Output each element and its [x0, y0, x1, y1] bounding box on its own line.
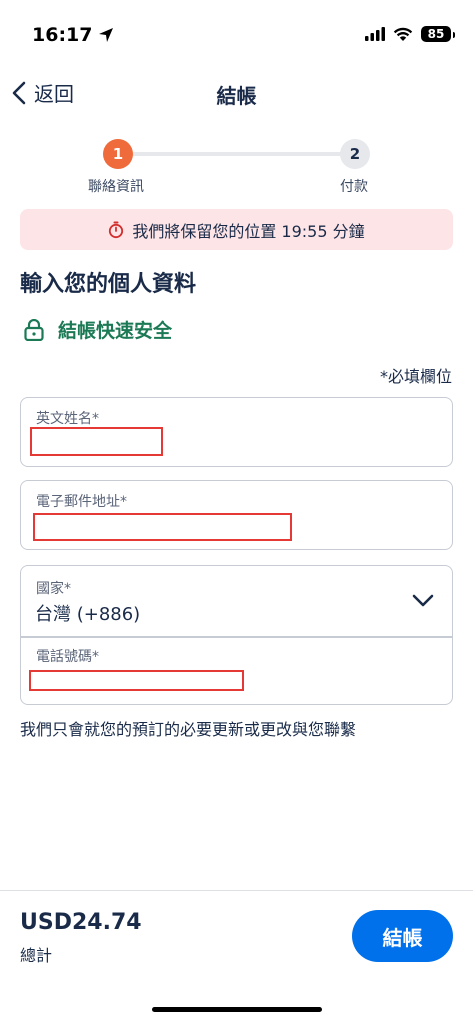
- country-value: 台灣 (+886): [35, 604, 141, 625]
- redacted-name-box: [30, 427, 163, 456]
- timer-banner: 我們將保留您的位置 19:55 分鐘: [20, 209, 453, 250]
- redacted-email-box: [33, 513, 292, 541]
- lock-icon: [24, 318, 44, 341]
- stopwatch-icon: [109, 221, 124, 238]
- contact-note: 我們只會就您的預訂的必要更新或更改與您聯繫: [20, 720, 357, 739]
- redacted-phone-box: [29, 670, 244, 691]
- checkout-button[interactable]: 結帳: [352, 910, 453, 962]
- home-indicator: [152, 1007, 322, 1012]
- email-field[interactable]: 電子郵件地址*: [20, 480, 453, 550]
- step-1-indicator: 1: [103, 139, 133, 169]
- required-fields-note: *必填欄位: [379, 367, 452, 386]
- footer-divider: [0, 890, 473, 891]
- chevron-down-icon: [412, 594, 434, 607]
- status-bar-time: 16:17: [32, 24, 114, 46]
- secure-checkout-notice: 結帳快速安全: [24, 316, 172, 343]
- country-select[interactable]: 國家* 台灣 (+886): [21, 566, 452, 636]
- status-time-text: 16:17: [32, 24, 93, 46]
- stepper-track: [120, 152, 352, 156]
- name-field-label: 英文姓名*: [36, 411, 99, 427]
- step-2-indicator: 2: [340, 139, 370, 169]
- total-amount: USD24.74: [20, 910, 142, 935]
- phone-group: 國家* 台灣 (+886) 電話號碼*: [20, 565, 453, 705]
- secure-text: 結帳快速安全: [58, 320, 173, 342]
- country-field-label: 國家*: [36, 581, 71, 597]
- name-field[interactable]: 英文姓名*: [20, 397, 453, 467]
- phone-field[interactable]: 電話號碼*: [21, 638, 452, 704]
- cellular-signal-icon: [365, 27, 385, 41]
- battery-indicator: 85: [421, 26, 455, 42]
- timer-text: 我們將保留您的位置 19:55 分鐘: [132, 221, 365, 241]
- step-2-label: 付款: [340, 179, 368, 195]
- step-1-label: 聯絡資訊: [88, 179, 144, 195]
- wifi-icon: [393, 27, 413, 41]
- page-title: 結帳: [216, 84, 257, 108]
- email-field-label: 電子郵件地址*: [36, 494, 127, 510]
- section-title: 輸入您的個人資料: [20, 272, 197, 297]
- total-label: 總計: [20, 946, 53, 965]
- location-arrow-icon: [99, 28, 114, 42]
- status-bar-icons: 85: [365, 26, 455, 42]
- phone-field-label: 電話號碼*: [36, 649, 99, 665]
